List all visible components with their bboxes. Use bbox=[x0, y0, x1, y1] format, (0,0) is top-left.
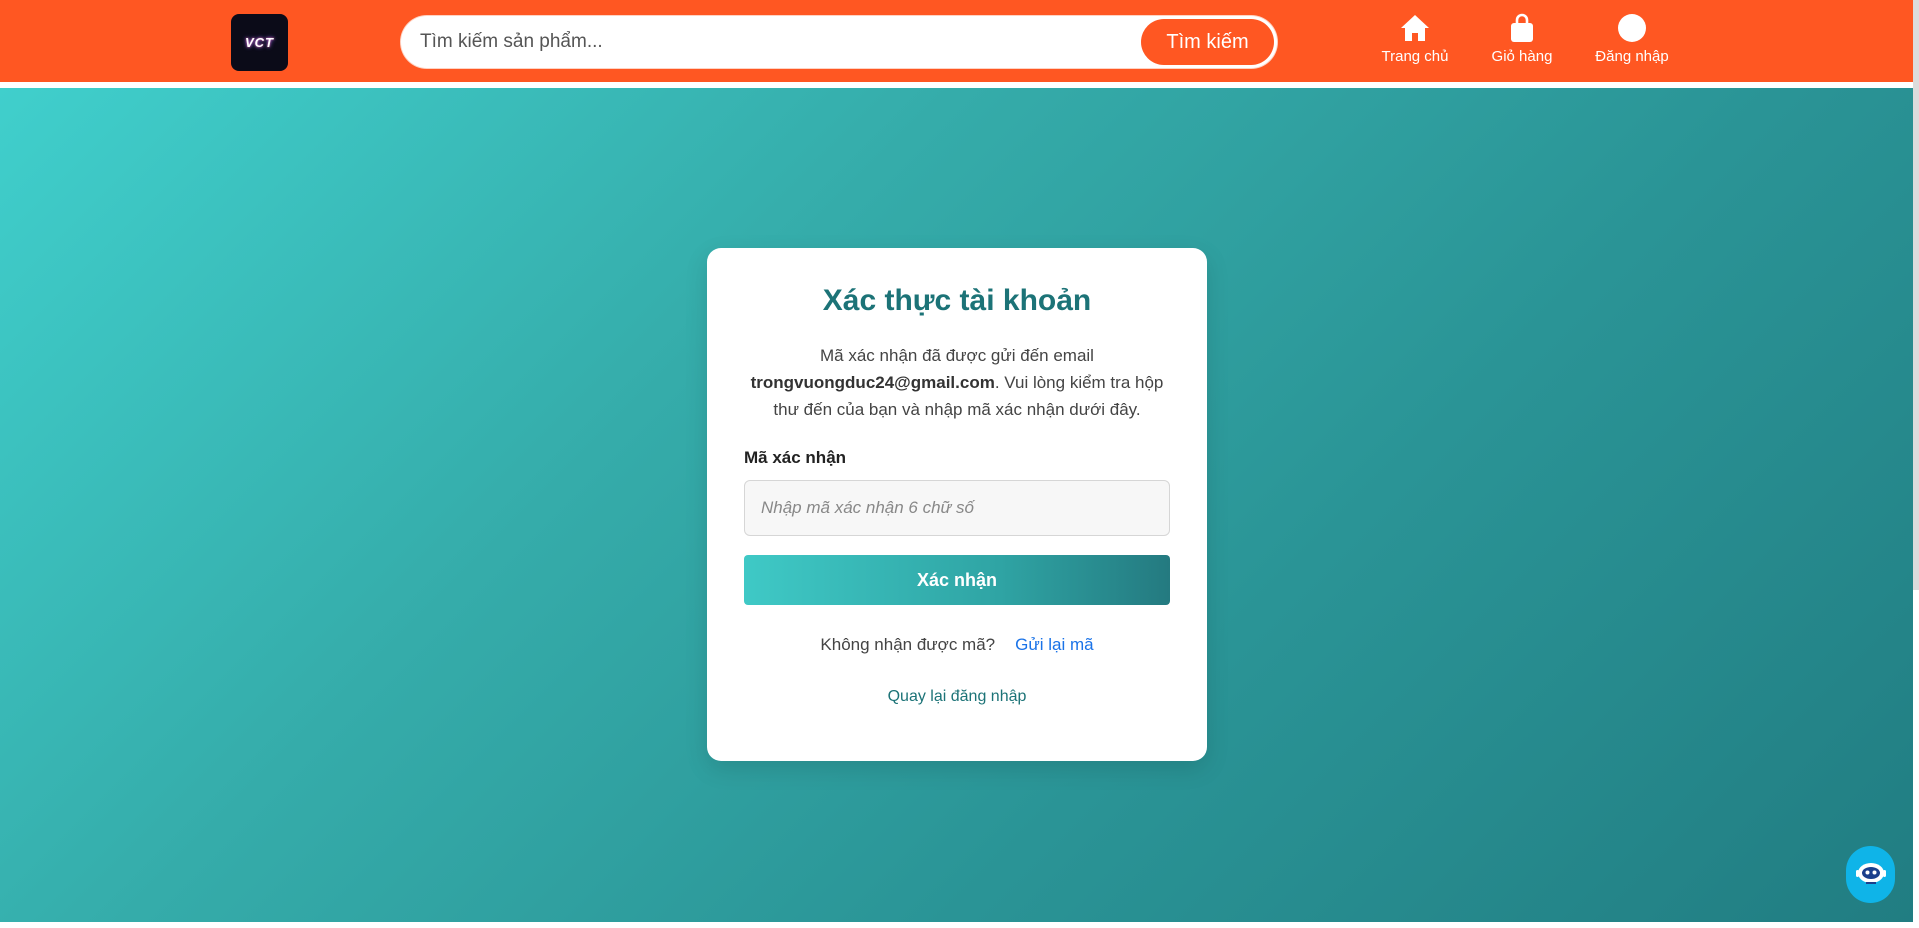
code-label: Mã xác nhận bbox=[744, 448, 847, 467]
nav-home-label: Trang chủ bbox=[1381, 48, 1449, 65]
scrollbar-thumb[interactable] bbox=[1913, 0, 1919, 590]
header: VCT Tìm kiếm Trang chủ Giỏ hàng Đăng nhậ… bbox=[0, 0, 1913, 85]
nav-login[interactable]: Đăng nhập bbox=[1592, 12, 1672, 72]
verify-title: Xác thực tài khoản bbox=[822, 284, 1092, 317]
email-address: trongvuongduc24@gmail.com bbox=[750, 373, 995, 392]
desc-prefix: Mã xác nhận đã được gửi đến email bbox=[820, 346, 1094, 365]
chatbot-icon bbox=[1854, 857, 1888, 892]
search-button[interactable]: Tìm kiếm bbox=[1141, 19, 1274, 65]
nav-home[interactable]: Trang chủ bbox=[1381, 12, 1449, 72]
home-icon bbox=[1399, 12, 1431, 44]
nav-login-label: Đăng nhập bbox=[1595, 48, 1669, 65]
code-input[interactable] bbox=[744, 480, 1170, 536]
page-bottom-edge bbox=[0, 922, 1919, 928]
resend-link[interactable]: Gửi lại mã bbox=[1015, 635, 1093, 654]
chatbot-button[interactable] bbox=[1846, 846, 1895, 903]
verify-description: Mã xác nhận đã được gửi đến email trongv… bbox=[747, 342, 1167, 423]
submit-button[interactable]: Xác nhận bbox=[744, 555, 1170, 605]
verify-card: Xác thực tài khoản Mã xác nhận đã được g… bbox=[707, 248, 1207, 761]
back-to-login-link[interactable]: Quay lại đăng nhập bbox=[707, 688, 1207, 706]
resend-row: Không nhận được mã? Gửi lại mã bbox=[707, 635, 1207, 655]
search-input[interactable] bbox=[420, 19, 1140, 65]
nav-cart[interactable]: Giỏ hàng bbox=[1490, 12, 1554, 72]
search-box: Tìm kiếm bbox=[401, 16, 1277, 68]
user-circle-icon bbox=[1616, 12, 1648, 44]
shopping-bag-icon bbox=[1506, 12, 1538, 44]
resend-prompt: Không nhận được mã? bbox=[820, 635, 996, 654]
site-logo[interactable]: VCT bbox=[231, 14, 288, 71]
nav-cart-label: Giỏ hàng bbox=[1491, 48, 1553, 65]
logo-mark: VCT bbox=[245, 35, 274, 50]
